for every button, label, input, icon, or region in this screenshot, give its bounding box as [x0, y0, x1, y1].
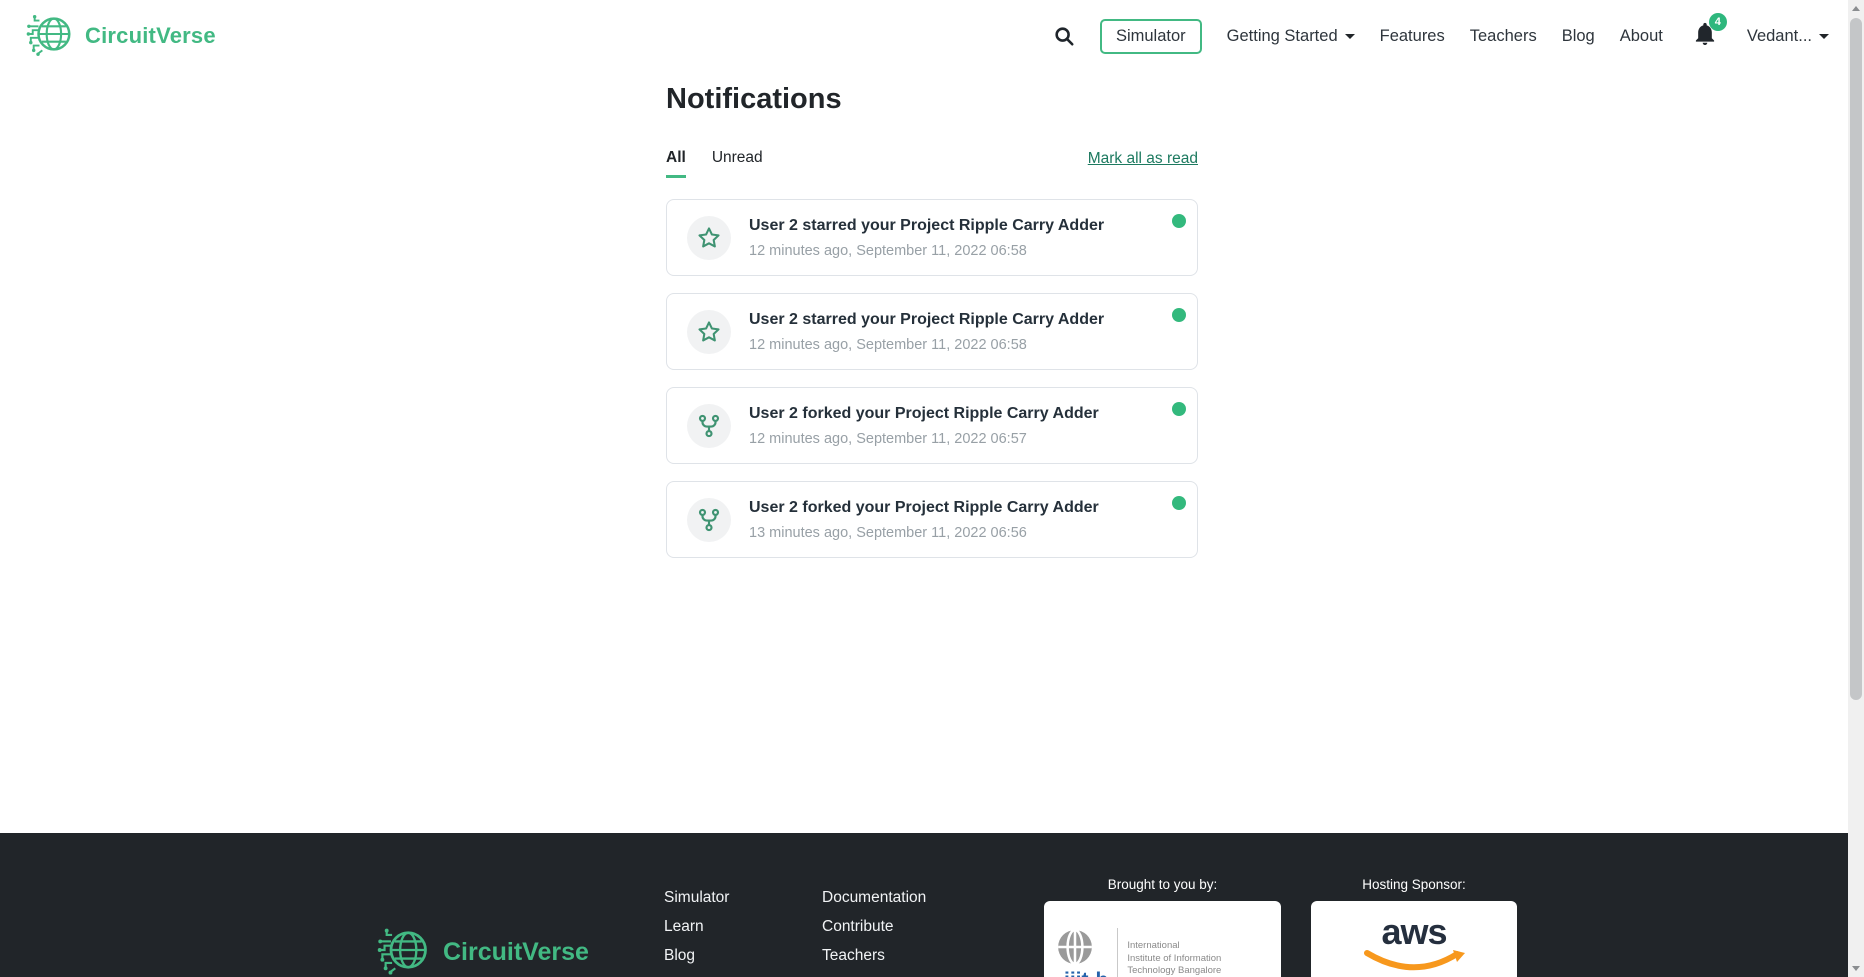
circuitverse-globe-icon [377, 922, 433, 977]
footer-link-blog[interactable]: Blog [664, 941, 822, 970]
aws-wordmark: aws [1381, 911, 1447, 952]
nav-getting-started[interactable]: Getting Started [1227, 27, 1355, 46]
notification-title: User 2 forked your Project Ripple Carry … [749, 404, 1099, 422]
aws-logo[interactable]: aws [1311, 901, 1517, 977]
search-icon[interactable] [1053, 25, 1075, 47]
navbar: CircuitVerse Simulator Getting Started F… [0, 0, 1864, 72]
footer-brand-logo[interactable]: CircuitVerse [377, 891, 664, 977]
unread-status-dot [1172, 402, 1186, 416]
footer-link-documentation[interactable]: Documentation [822, 883, 1044, 912]
page-title: Notifications [666, 83, 842, 115]
iiitb-wordmark: iiit·b [1064, 970, 1108, 977]
simulator-button[interactable]: Simulator [1099, 18, 1202, 54]
unread-status-dot [1172, 308, 1186, 322]
footer: CircuitVerse Simulator Learn Blog Docume… [0, 833, 1864, 977]
user-menu[interactable]: Vedant... [1747, 27, 1829, 46]
nav-teachers[interactable]: Teachers [1470, 27, 1537, 46]
footer-link-simulator[interactable]: Simulator [664, 883, 822, 912]
star-icon [687, 309, 731, 354]
nav-blog[interactable]: Blog [1562, 27, 1595, 46]
notification-timestamp: 12 minutes ago, September 11, 2022 06:57 [749, 430, 1027, 447]
footer-links-column-2: Documentation Contribute Teachers [822, 883, 1044, 977]
star-icon [687, 215, 731, 260]
notification-title: User 2 forked your Project Ripple Carry … [749, 498, 1099, 516]
notification-count-badge: 4 [1708, 12, 1727, 31]
circuitverse-globe-icon [26, 9, 76, 64]
brought-to-you-by-block: Brought to you by: iiit·b Int [1044, 877, 1281, 977]
footer-link-teachers[interactable]: Teachers [822, 941, 1044, 970]
aws-smile-icon [1359, 949, 1469, 977]
notification-timestamp: 12 minutes ago, September 11, 2022 06:58 [749, 242, 1027, 259]
hosting-sponsor-block: Hosting Sponsor: aws [1311, 877, 1517, 977]
nav-menu: Simulator Getting Started Features Teach… [1053, 12, 1829, 54]
iiitb-globe-icon [1056, 928, 1094, 971]
footer-brand-name: CircuitVerse [443, 937, 589, 966]
nav-about[interactable]: About [1620, 27, 1663, 46]
notification-timestamp: 12 minutes ago, September 11, 2022 06:58 [749, 336, 1027, 353]
notifications-bell-icon[interactable]: 4 [1692, 12, 1727, 52]
notification-title: User 2 starred your Project Ripple Carry… [749, 310, 1105, 328]
footer-link-contribute[interactable]: Contribute [822, 912, 1044, 941]
scrollbar-up-arrow-icon[interactable] [1852, 6, 1860, 11]
notification-timestamp: 13 minutes ago, September 11, 2022 06:56 [749, 524, 1027, 541]
chevron-down-icon [1344, 33, 1355, 39]
chevron-down-icon [1819, 33, 1829, 39]
notification-tabs: All Unread Mark all as read [666, 149, 1198, 178]
footer-links-column-1: Simulator Learn Blog [664, 883, 822, 977]
notification-item[interactable]: User 2 forked your Project Ripple Carry … [666, 481, 1198, 558]
scrollbar-down-arrow-icon[interactable] [1852, 966, 1860, 971]
fork-icon [687, 403, 731, 448]
brand-name: CircuitVerse [85, 23, 216, 48]
main-area: Notifications All Unread Mark all as rea… [0, 72, 1864, 833]
tab-all[interactable]: All [666, 149, 686, 178]
username: Vedant... [1746, 26, 1812, 45]
tab-unread[interactable]: Unread [712, 149, 763, 178]
iiitb-logo[interactable]: iiit·b International Institute of Inform… [1044, 901, 1281, 977]
vertical-scrollbar[interactable] [1848, 0, 1864, 977]
notification-item[interactable]: User 2 forked your Project Ripple Carry … [666, 387, 1198, 464]
nav-features[interactable]: Features [1380, 27, 1445, 46]
notification-list: User 2 starred your Project Ripple Carry… [666, 199, 1198, 558]
fork-icon [687, 497, 731, 542]
footer-link-learn[interactable]: Learn [664, 912, 822, 941]
scrollbar-thumb[interactable] [1850, 18, 1862, 700]
unread-status-dot [1172, 496, 1186, 510]
notification-item[interactable]: User 2 starred your Project Ripple Carry… [666, 199, 1198, 276]
notification-title: User 2 starred your Project Ripple Carry… [749, 216, 1105, 234]
hosting-sponsor-label: Hosting Sponsor: [1362, 877, 1466, 892]
mark-all-as-read-link[interactable]: Mark all as read [1088, 150, 1198, 178]
brand-logo[interactable]: CircuitVerse [26, 9, 216, 64]
notification-item[interactable]: User 2 starred your Project Ripple Carry… [666, 293, 1198, 370]
unread-status-dot [1172, 214, 1186, 228]
brought-to-you-by-label: Brought to you by: [1107, 877, 1218, 892]
iiitb-institute-name: International Institute of Information T… [1127, 940, 1222, 977]
divider [1117, 928, 1119, 977]
